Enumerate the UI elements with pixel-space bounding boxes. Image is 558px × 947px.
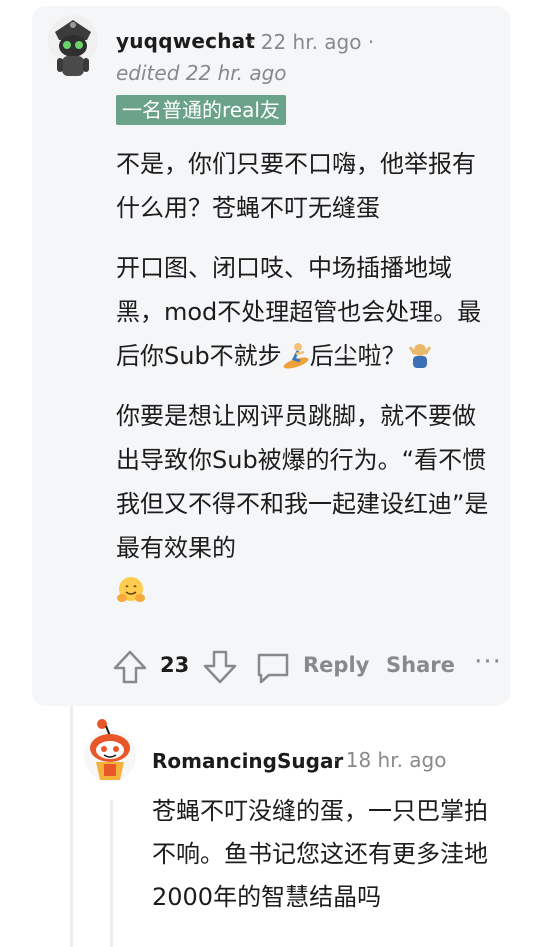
comment-action-bar: 23 Reply Share ···	[110, 645, 510, 689]
user-flair: 一名普通的real友	[116, 95, 286, 125]
comment-text: 你要是想让网评员跳脚，就不要做出导致你Sub被爆的行为。“看不惯我但又不得不和我…	[116, 402, 489, 562]
reply-timestamp: · 18 hr. ago	[333, 748, 447, 772]
comment-text: 后尘啦？	[309, 342, 406, 370]
surfer-emoji	[282, 339, 310, 369]
hugging-face-emoji	[116, 575, 145, 603]
comment-paragraph: 不是，你们只要不口嗨，他举报有什么用？苍蝇不叮无缝蛋	[116, 150, 476, 222]
reply-body: 苍蝇不叮没缝的蛋，一只巴掌拍不响。鱼书记您这还有更多洼地2000年的智慧结晶吗	[152, 797, 488, 911]
downvote-icon[interactable]	[200, 647, 240, 687]
comment-username[interactable]: yuqqwechat	[116, 29, 255, 53]
reply-username[interactable]: RomancingSugar	[152, 749, 343, 773]
comment-paragraph: 开口图、闭口吱、中场插播地域黑，mod不处理超管也会处理。最后你Sub不就步 后尘…	[116, 246, 496, 378]
user-avatar[interactable]	[47, 14, 99, 80]
reply-button[interactable]: Reply	[303, 653, 369, 677]
reply-user-avatar[interactable]	[80, 716, 140, 786]
share-button[interactable]: Share	[386, 653, 455, 677]
comment-body: 不是，你们只要不口嗨，他举报有什么用？苍蝇不叮无缝蛋 开口图、闭口吱、中场插播地…	[116, 142, 496, 630]
upvote-icon[interactable]	[110, 647, 150, 687]
vote-score: 23	[160, 653, 190, 677]
comment-edited-label: edited 22 hr. ago	[116, 61, 287, 85]
comment-timestamp: · 22 hr. ago ·	[248, 30, 375, 54]
shrug-emoji	[406, 339, 434, 368]
more-options-icon[interactable]: ···	[470, 647, 506, 683]
reply-thread-line[interactable]	[110, 800, 113, 947]
reply-icon[interactable]	[253, 647, 293, 687]
comment-paragraph: 你要是想让网评员跳脚，就不要做出导致你Sub被爆的行为。“看不惯我但又不得不和我…	[116, 394, 496, 614]
